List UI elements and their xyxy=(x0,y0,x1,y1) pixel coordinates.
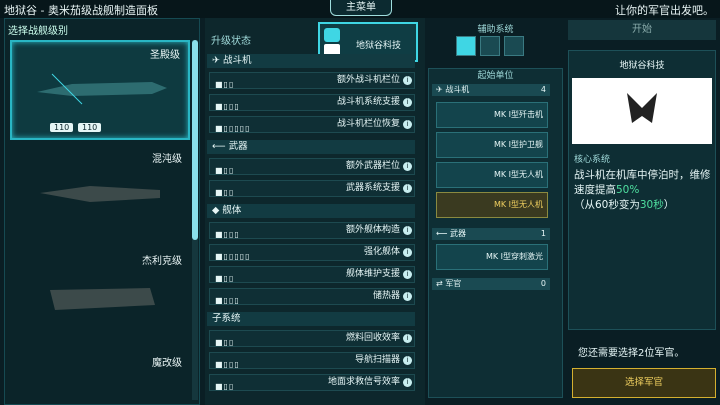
info-icon[interactable]: i xyxy=(403,226,412,235)
upgrade-row[interactable]: ■▯▯ 地面求救信号效率 i xyxy=(209,374,415,391)
emblem-icon xyxy=(572,78,712,144)
upgrade-header: 升级状态 xyxy=(211,36,251,47)
info-icon[interactable]: i xyxy=(403,98,412,107)
select-officer-button[interactable]: 选择军官 xyxy=(572,368,716,398)
tech-description: 战斗机在机库中停泊时，维修速度提高50% （从60秒变为30秒） xyxy=(574,169,711,211)
info-icon[interactable]: i xyxy=(403,356,412,365)
info-icon[interactable]: i xyxy=(403,76,412,85)
ship-class-modded[interactable]: 魔改级 xyxy=(10,350,190,395)
ship-icon xyxy=(50,288,155,310)
upgrade-row[interactable]: ■▯▯ 燃料回收效率 i xyxy=(209,330,415,347)
upgrade-row[interactable]: ■▯▯ 额外武器栏位 i xyxy=(209,158,415,175)
hero-label: 地狱谷科技 xyxy=(356,41,402,51)
info-icon[interactable]: i xyxy=(403,184,412,193)
level-badge: 110 xyxy=(78,123,102,132)
scrollbar-thumb[interactable] xyxy=(192,40,198,240)
info-icon[interactable]: i xyxy=(403,292,412,301)
ship-class-jerik[interactable]: 杰利克级 xyxy=(10,248,190,348)
section-weapon: ⟵ 武器 xyxy=(207,140,415,154)
ship-class-templar[interactable]: 圣殿级 110 110 xyxy=(10,40,190,140)
group-officers: ⇄ 军官 0 xyxy=(432,278,550,290)
officer-requirement: 您还需要选择2位军官。 xyxy=(578,348,685,359)
unit-slot[interactable]: MK I型歼击机 xyxy=(436,102,548,128)
upgrade-row[interactable]: ■▯▯ 舰体维护支援 i xyxy=(209,266,415,283)
section-fighter: ✈ 战斗机 xyxy=(207,54,415,68)
upgrade-row[interactable]: ■▯▯▯ 导航扫描器 i xyxy=(209,352,415,369)
upgrade-row[interactable]: ■▯▯▯▯▯ 强化舰体 i xyxy=(209,244,415,261)
aux-slot[interactable] xyxy=(456,36,476,56)
upgrade-row[interactable]: ■▯▯▯ 储热器 i xyxy=(209,288,415,305)
ship-icon xyxy=(37,73,167,105)
group-weapons: ⟵ 武器 1 xyxy=(432,228,550,240)
aux-slot[interactable] xyxy=(480,36,500,56)
tech-card-title: 地狱谷科技 xyxy=(619,61,665,71)
upgrade-row[interactable]: ■▯▯ 武器系统支援 i xyxy=(209,180,415,197)
level-badge: 110 xyxy=(50,123,74,132)
status-message: 让你的军官出发吧。 xyxy=(615,4,714,17)
section-subsystem: 子系统 xyxy=(207,312,415,326)
upgrade-row[interactable]: ■▯▯▯ 战斗机系统支援 i xyxy=(209,94,415,111)
ship-class-chaos[interactable]: 混沌级 xyxy=(10,146,190,246)
link-icon xyxy=(324,28,340,42)
unit-slot[interactable]: MK I型护卫舰 xyxy=(436,132,548,158)
core-system-label: 核心系统 xyxy=(574,155,611,165)
unit-slot[interactable]: MK I型无人机 xyxy=(436,162,548,188)
ship-class-header: 选择战舰级别 xyxy=(8,26,68,37)
info-icon[interactable]: i xyxy=(403,120,412,129)
info-icon[interactable]: i xyxy=(403,162,412,171)
ship-icon xyxy=(40,186,160,202)
upgrade-row[interactable]: ■▯▯▯ 额外舰体构造 i xyxy=(209,222,415,239)
upgrade-row[interactable]: ■▯▯▯▯▯ 战斗机栏位恢复 i xyxy=(209,116,415,133)
ship-name: 混沌级 xyxy=(152,154,182,165)
aux-slot[interactable] xyxy=(504,36,524,56)
ship-name: 魔改级 xyxy=(152,358,182,369)
window-title: 地狱谷 - 奥米茄级战舰制造面板 xyxy=(4,4,158,17)
main-menu-button[interactable]: 主菜单 xyxy=(330,0,392,16)
info-icon[interactable]: i xyxy=(403,270,412,279)
unit-slot[interactable]: MK I型穿刺激光 xyxy=(436,244,548,270)
start-units-header: 起始单位 xyxy=(477,71,514,81)
ship-name: 圣殿级 xyxy=(150,50,180,61)
start-button[interactable]: 开始 xyxy=(568,20,716,40)
group-fighters: ✈ 战斗机 4 xyxy=(432,84,550,96)
info-icon[interactable]: i xyxy=(403,334,412,343)
unit-slot[interactable]: MK I型无人机 xyxy=(436,192,548,218)
aux-header: 辅助系统 xyxy=(477,25,514,35)
upgrade-row[interactable]: ■▯▯ 额外战斗机栏位 i xyxy=(209,72,415,89)
section-hull: ◆ 舰体 xyxy=(207,204,415,218)
aux-systems: 辅助系统 xyxy=(428,22,563,62)
info-icon[interactable]: i xyxy=(403,378,412,387)
ship-name: 杰利克级 xyxy=(142,256,182,267)
info-icon[interactable]: i xyxy=(403,248,412,257)
